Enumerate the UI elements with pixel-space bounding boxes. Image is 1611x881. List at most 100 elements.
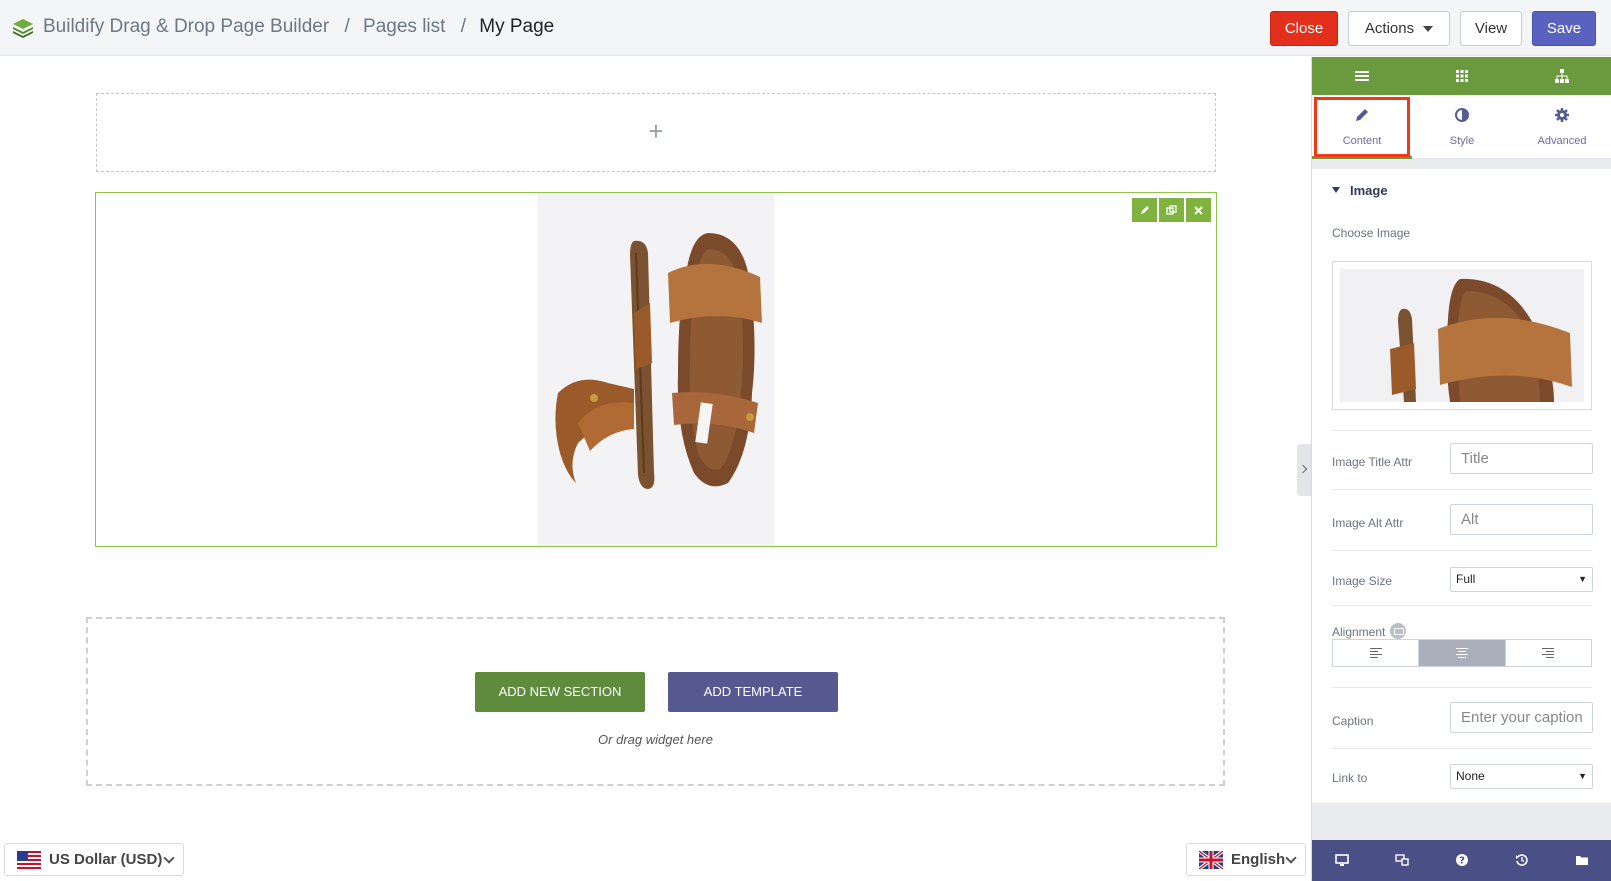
- caret-down-icon: [1423, 26, 1434, 33]
- align-center-icon: [1455, 648, 1468, 660]
- chevron-down-icon: [1285, 852, 1297, 864]
- drag-widget-hint: Or drag widget here: [598, 732, 713, 747]
- align-right-icon: [1542, 648, 1555, 660]
- currency-selector[interactable]: US Dollar (USD): [4, 843, 184, 876]
- content-tab-highlight: [1314, 97, 1410, 157]
- panel-footer: ?: [1312, 840, 1611, 881]
- breadcrumb-separator: /: [344, 16, 350, 37]
- view-button[interactable]: View: [1460, 11, 1522, 46]
- language-selector[interactable]: English: [1186, 843, 1306, 876]
- image-alt-attr-placeholder: Alt: [1461, 511, 1479, 528]
- selected-section[interactable]: [95, 192, 1217, 547]
- add-new-section-button[interactable]: ADD NEW SECTION: [475, 672, 645, 712]
- tab-advanced[interactable]: Advanced: [1512, 95, 1611, 159]
- save-button-label: Save: [1546, 20, 1582, 37]
- select-arrow-icon: ▼: [1578, 574, 1587, 584]
- align-right-button[interactable]: [1506, 640, 1591, 666]
- chevron-right-icon: [1298, 464, 1308, 474]
- panel-body: Image Choose Image Image Title Attr Titl…: [1312, 169, 1611, 803]
- svg-text:?: ?: [1459, 856, 1465, 867]
- align-center-button[interactable]: [1419, 640, 1506, 666]
- delete-section-button[interactable]: [1186, 198, 1211, 222]
- breadcrumb-pages-list[interactable]: Pages list: [363, 16, 445, 38]
- close-button-label: Close: [1284, 20, 1324, 37]
- caret-down-icon: [1332, 187, 1340, 193]
- gear-icon: [1555, 108, 1569, 122]
- add-section-dropzone[interactable]: +: [96, 93, 1216, 172]
- section-title: Image: [1350, 183, 1388, 198]
- layers-logo-icon: [13, 19, 33, 38]
- close-button[interactable]: Close: [1270, 11, 1338, 46]
- currency-label: US Dollar (USD): [49, 851, 163, 868]
- divider: [1332, 430, 1592, 431]
- duplicate-icon: [1166, 205, 1177, 215]
- breadcrumb: Buildify Drag & Drop Page Builder / Page…: [43, 16, 554, 38]
- tab-style-label: Style: [1449, 135, 1475, 147]
- hamburger-icon[interactable]: [1354, 68, 1370, 84]
- tab-style[interactable]: Style: [1412, 95, 1512, 159]
- tab-advanced-label: Advanced: [1537, 135, 1587, 147]
- app-title-link[interactable]: Buildify Drag & Drop Page Builder: [43, 16, 329, 38]
- pencil-icon: [1140, 206, 1149, 214]
- sandal-photo: [538, 193, 774, 546]
- responsive-device-icon[interactable]: [1390, 623, 1406, 639]
- link-to-label: Link to: [1332, 771, 1368, 785]
- caption-input[interactable]: Enter your caption: [1450, 702, 1593, 733]
- image-thumbnail: [1340, 269, 1584, 402]
- image-title-attr-label: Image Title Attr: [1332, 455, 1413, 469]
- editor-panel: Content Style Advanced Image Choose Imag…: [1311, 57, 1611, 881]
- choose-image-label: Choose Image: [1332, 226, 1411, 240]
- duplicate-section-button[interactable]: [1159, 198, 1184, 222]
- section-toggle-image[interactable]: Image: [1332, 183, 1388, 198]
- history-icon[interactable]: [1515, 853, 1529, 867]
- help-icon[interactable]: ?: [1455, 853, 1469, 867]
- add-template-button[interactable]: ADD TEMPLATE: [668, 672, 838, 712]
- save-button[interactable]: Save: [1532, 11, 1596, 46]
- language-label: English: [1231, 851, 1286, 868]
- caption-placeholder: Enter your caption: [1461, 709, 1583, 726]
- align-left-button[interactable]: [1333, 640, 1420, 666]
- image-picker[interactable]: [1332, 261, 1592, 410]
- link-to-select[interactable]: None ▼: [1450, 764, 1593, 789]
- image-size-value: Full: [1456, 572, 1476, 586]
- image-title-attr-placeholder: Title: [1461, 450, 1489, 467]
- folder-icon[interactable]: [1575, 853, 1589, 867]
- divider: [1332, 687, 1592, 688]
- sandal-image[interactable]: [538, 193, 774, 546]
- add-template-label: ADD TEMPLATE: [703, 684, 803, 699]
- divider: [1332, 550, 1592, 551]
- breadcrumb-current-page: My Page: [479, 16, 555, 37]
- plus-icon[interactable]: +: [97, 118, 1215, 144]
- add-new-section-label: ADD NEW SECTION: [498, 684, 622, 699]
- sitemap-icon[interactable]: [1554, 68, 1570, 84]
- grid-icon[interactable]: [1454, 68, 1470, 84]
- divider: [1332, 605, 1592, 606]
- link-to-value: None: [1456, 769, 1485, 783]
- breadcrumb-separator: /: [460, 16, 466, 37]
- desktop-icon[interactable]: [1335, 853, 1349, 867]
- image-size-select[interactable]: Full ▼: [1450, 567, 1593, 592]
- image-title-attr-input[interactable]: Title: [1450, 443, 1593, 474]
- half-circle-icon: [1455, 108, 1469, 122]
- section-toolbar: [1132, 198, 1216, 222]
- actions-dropdown-button[interactable]: Actions: [1348, 11, 1450, 46]
- alignment-label: Alignment: [1332, 625, 1386, 639]
- sandal-thumbnail-photo: [1340, 269, 1584, 402]
- responsive-icon[interactable]: [1395, 853, 1409, 867]
- edit-section-button[interactable]: [1132, 198, 1157, 222]
- image-size-label: Image Size: [1332, 574, 1393, 588]
- alignment-control: [1332, 639, 1592, 667]
- chevron-down-icon: [163, 852, 175, 864]
- image-alt-attr-label: Image Alt Attr: [1332, 516, 1404, 530]
- divider: [1332, 748, 1592, 749]
- actions-button-label: Actions: [1364, 20, 1415, 37]
- add-content-dropzone[interactable]: ADD NEW SECTION ADD TEMPLATE Or drag wid…: [86, 617, 1225, 786]
- image-alt-attr-input[interactable]: Alt: [1450, 504, 1593, 535]
- top-bar: Buildify Drag & Drop Page Builder / Page…: [0, 0, 1611, 56]
- divider: [1332, 489, 1592, 490]
- view-button-label: View: [1474, 20, 1508, 37]
- panel-collapse-toggle[interactable]: [1297, 444, 1311, 496]
- us-flag-icon: [17, 851, 41, 869]
- uk-flag-icon: [1199, 851, 1223, 869]
- select-arrow-icon: ▼: [1578, 771, 1587, 781]
